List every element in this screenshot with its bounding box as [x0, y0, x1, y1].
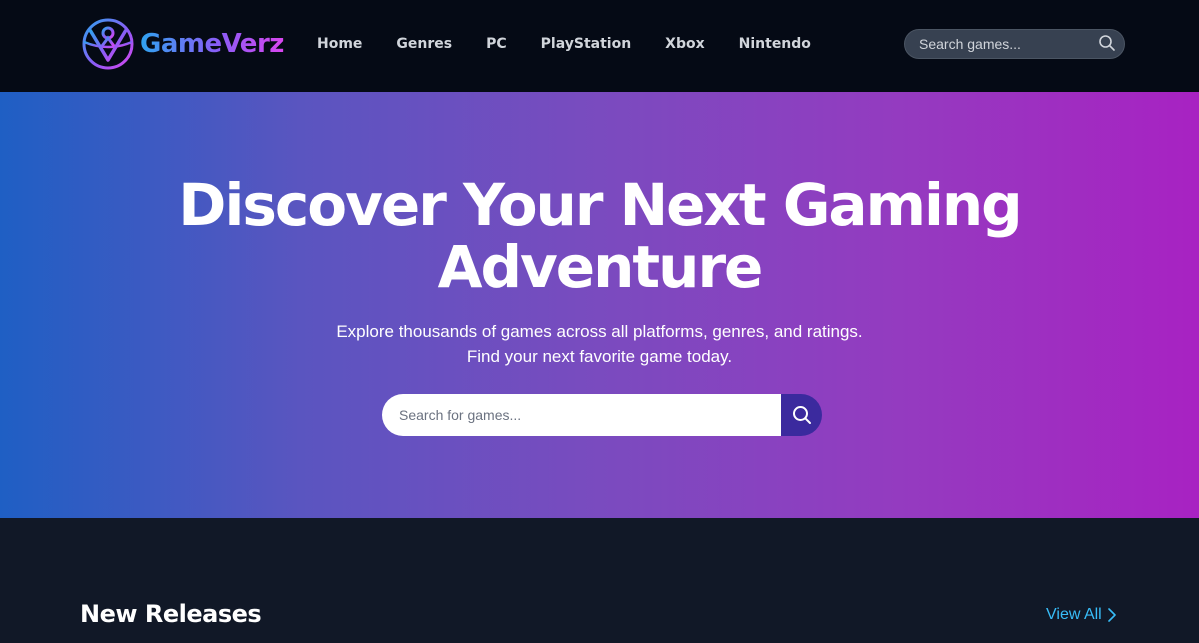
new-releases-title: New Releases — [80, 600, 262, 628]
chevron-right-icon — [1107, 608, 1116, 622]
nav-search-input[interactable] — [905, 30, 1095, 58]
nav-link-genres[interactable]: Genres — [396, 36, 452, 52]
main-nav: Home Genres PC PlayStation Xbox Nintendo — [317, 33, 845, 55]
nav-search-bar — [904, 29, 1125, 59]
gameverz-logo-icon — [82, 18, 134, 70]
navbar: GameVerz Home Genres PC PlayStation Xbox… — [0, 0, 1199, 92]
nav-link-nintendo[interactable]: Nintendo — [739, 36, 811, 52]
view-all-label: View All — [1046, 606, 1102, 623]
search-icon[interactable] — [1098, 34, 1116, 52]
nav-link-playstation[interactable]: PlayStation — [541, 36, 632, 52]
view-all-link[interactable]: View All — [1046, 605, 1116, 625]
search-icon — [792, 406, 811, 424]
brand-logo[interactable]: GameVerz — [80, 16, 284, 72]
nav-link-pc[interactable]: PC — [486, 36, 507, 52]
hero-search-input[interactable] — [382, 394, 782, 436]
nav-link-xbox[interactable]: Xbox — [665, 36, 704, 52]
hero-search-button[interactable] — [781, 394, 822, 436]
hero-subtitle: Explore thousands of games across all pl… — [0, 319, 1199, 369]
nav-link-home[interactable]: Home — [317, 36, 362, 52]
brand-name: GameVerz — [140, 29, 284, 59]
hero-title: Discover Your Next Gaming Adventure — [0, 174, 1199, 298]
hero-subtitle-line-2: Find your next favorite game today. — [466, 347, 733, 366]
hero-title-line-2: Adventure — [437, 233, 764, 301]
hero-title-line-1: Discover Your Next Gaming — [178, 171, 1022, 239]
hero-banner: Discover Your Next Gaming Adventure Expl… — [0, 92, 1199, 518]
hero-subtitle-line-1: Explore thousands of games across all pl… — [336, 322, 863, 341]
hero-search-bar — [382, 394, 822, 436]
